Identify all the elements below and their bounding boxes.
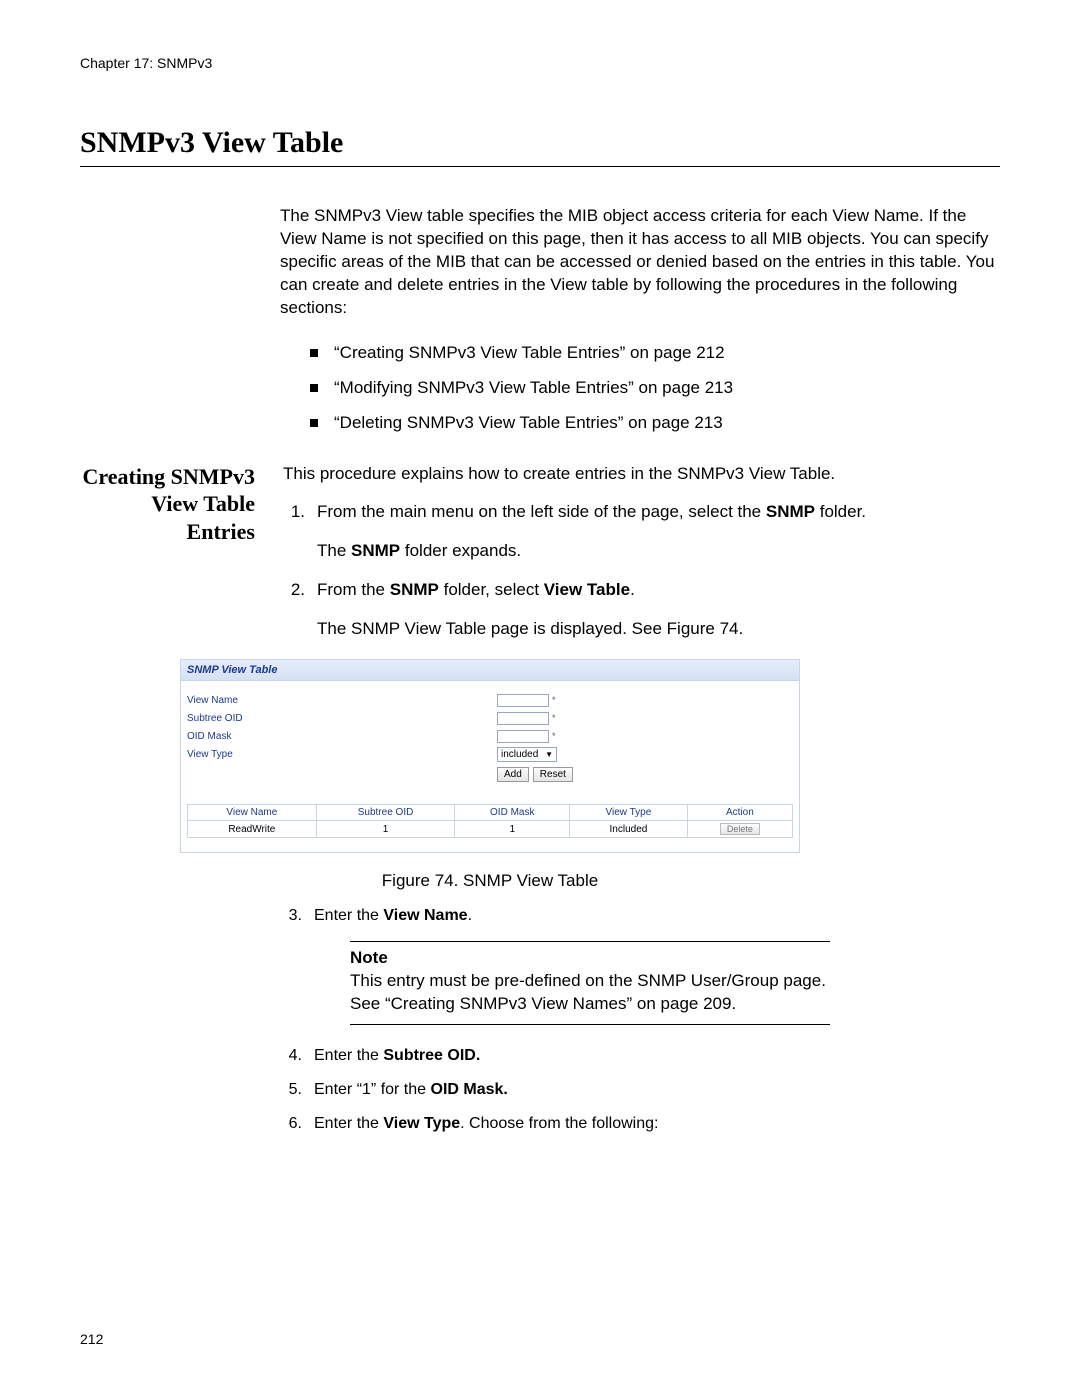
view-table: View Name Subtree OID OID Mask View Type… [187,804,793,838]
reset-button[interactable]: Reset [533,767,573,782]
required-asterisk-icon: * [552,731,556,741]
col-view-name: View Name [188,805,317,821]
step-3: 3. Enter the View Name. [280,907,1000,925]
step-strong: Subtree OID. [383,1047,480,1064]
cell-subtree-oid: 1 [316,821,455,838]
step-text: . [468,907,472,924]
bullet-text: “Modifying SNMPv3 View Table Entries” on… [334,377,733,400]
step-2-result: The SNMP View Table page is displayed. S… [317,618,1000,641]
required-asterisk-icon: * [552,713,556,723]
field-label-subtree-oid: Subtree OID [187,713,497,724]
step-text: . Choose from the following: [460,1115,658,1132]
chapter-line: Chapter 17: SNMPv3 [80,55,1000,71]
step-1: 1. From the main menu on the left side o… [283,501,1000,524]
step-strong: View Type [383,1115,460,1132]
bullet-text: “Creating SNMPv3 View Table Entries” on … [334,342,725,365]
step-text: folder expands. [400,541,521,560]
step-text: The [317,541,351,560]
col-view-type: View Type [570,805,688,821]
select-value: included [501,749,538,760]
step-text: From the main menu on the left side of t… [317,502,766,521]
step-text: Enter “1” for the [314,1081,431,1098]
col-action: Action [687,805,792,821]
field-label-view-name: View Name [187,695,497,706]
step-4: 4. Enter the Subtree OID. [280,1047,1000,1065]
bullet-item: “Deleting SNMPv3 View Table Entries” on … [310,412,1000,435]
cell-view-type: Included [570,821,688,838]
step-number: 6. [280,1115,302,1133]
step-number: 1. [283,501,305,524]
step-5: 5. Enter “1” for the OID Mask. [280,1081,1000,1099]
step-number: 3. [280,907,302,925]
step-number: 2. [283,579,305,602]
bullet-item: “Modifying SNMPv3 View Table Entries” on… [310,377,1000,400]
figure-74: SNMP View Table View Name * Subtree OID … [180,659,800,891]
step-strong: SNMP [390,580,439,599]
bullet-icon [310,419,318,427]
step-text: Enter the [314,907,383,924]
section-intro: This procedure explains how to create en… [283,463,1000,486]
step-1-result: The SNMP folder expands. [317,540,1000,563]
note-body: This entry must be pre-defined on the SN… [350,970,830,1016]
view-name-input[interactable] [497,694,549,707]
note-box: Note This entry must be pre-defined on t… [350,941,830,1025]
table-header-row: View Name Subtree OID OID Mask View Type… [188,805,793,821]
cell-view-name: ReadWrite [188,821,317,838]
step-6: 6. Enter the View Type. Choose from the … [280,1115,1000,1133]
field-label-oid-mask: OID Mask [187,731,497,742]
step-strong: OID Mask. [431,1081,508,1098]
intro-paragraph: The SNMPv3 View table specifies the MIB … [280,205,1000,320]
bullet-icon [310,384,318,392]
step-strong: View Table [544,580,630,599]
bullet-list: “Creating SNMPv3 View Table Entries” on … [310,342,1000,435]
step-body: From the main menu on the left side of t… [317,501,1000,524]
delete-button[interactable]: Delete [720,823,760,835]
figure-header: SNMP View Table [180,659,800,681]
step-body: From the SNMP folder, select View Table. [317,579,1000,602]
bullet-item: “Creating SNMPv3 View Table Entries” on … [310,342,1000,365]
step-body: Enter the View Name. [314,907,1000,925]
page-title: SNMPv3 View Table [80,126,1000,167]
field-label-view-type: View Type [187,749,497,760]
step-strong: SNMP [766,502,815,521]
note-title: Note [350,948,830,968]
step-text: folder, select [439,580,544,599]
cell-oid-mask: 1 [455,821,570,838]
page-number: 212 [80,1331,103,1347]
bullet-text: “Deleting SNMPv3 View Table Entries” on … [334,412,723,435]
step-text: folder. [815,502,866,521]
step-text: Enter the [314,1047,383,1064]
view-type-select[interactable]: included ▼ [497,747,557,762]
step-strong: SNMP [351,541,400,560]
step-text: . [630,580,635,599]
step-text: Enter the [314,1115,383,1132]
step-body: Enter the View Type. Choose from the fol… [314,1115,1000,1133]
step-text: From the [317,580,390,599]
step-number: 4. [280,1047,302,1065]
step-strong: View Name [383,907,467,924]
bullet-icon [310,349,318,357]
chevron-down-icon: ▼ [545,750,553,759]
oid-mask-input[interactable] [497,730,549,743]
col-subtree-oid: Subtree OID [316,805,455,821]
add-button[interactable]: Add [497,767,529,782]
step-number: 5. [280,1081,302,1099]
section-heading: Creating SNMPv3 View Table Entries [80,463,255,642]
subtree-oid-input[interactable] [497,712,549,725]
col-oid-mask: OID Mask [455,805,570,821]
step-body: Enter the Subtree OID. [314,1047,1000,1065]
step-2: 2. From the SNMP folder, select View Tab… [283,579,1000,602]
table-row: ReadWrite 1 1 Included Delete [188,821,793,838]
figure-caption: Figure 74. SNMP View Table [180,871,800,891]
required-asterisk-icon: * [552,695,556,705]
step-body: Enter “1” for the OID Mask. [314,1081,1000,1099]
